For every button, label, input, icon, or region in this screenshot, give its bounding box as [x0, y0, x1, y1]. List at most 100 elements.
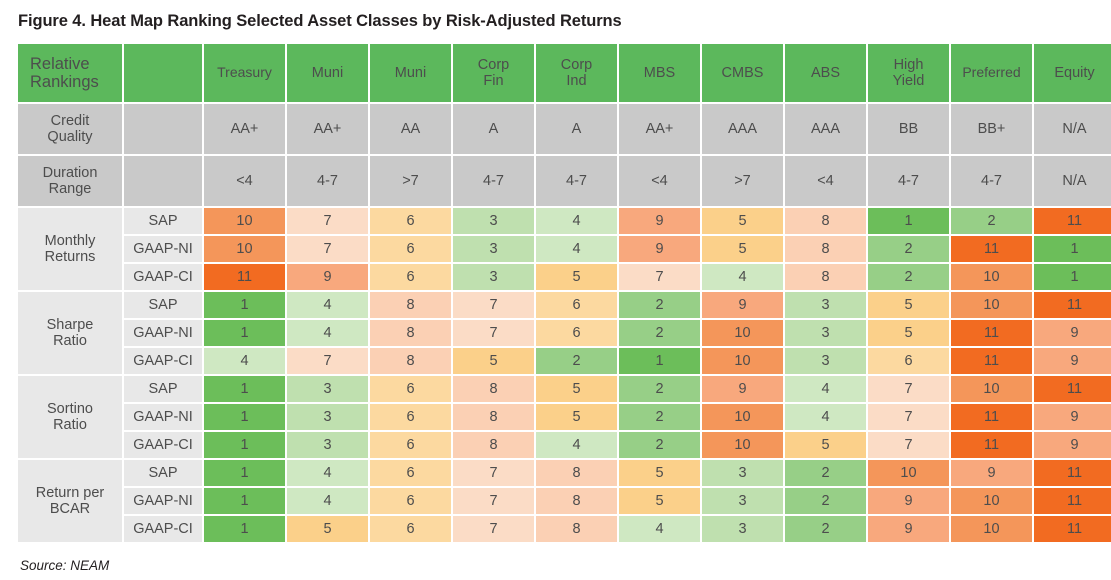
- header-asset-corp-ind-4: Corp Ind: [536, 44, 617, 102]
- group-label-line-2: Returns: [44, 249, 96, 265]
- metric-basis-label: SAP: [124, 376, 202, 402]
- heatmap-cell: 7: [453, 460, 534, 486]
- heatmap-cell: 2: [951, 208, 1032, 234]
- heatmap-cell: 2: [619, 320, 700, 346]
- heatmap-cell: 11: [1034, 460, 1111, 486]
- heatmap-cell: 4: [287, 292, 368, 318]
- corner-line-1: Relative: [30, 54, 90, 73]
- attribute-value-cell: AAA: [785, 104, 866, 154]
- heatmap-cell: 9: [868, 488, 949, 514]
- heatmap-cell: 6: [370, 236, 451, 262]
- header-asset-preferred-9: Preferred: [951, 44, 1032, 102]
- heatmap-cell: 5: [287, 516, 368, 542]
- heatmap-cell: 1: [868, 208, 949, 234]
- header-asset-treasury-0: Treasury: [204, 44, 285, 102]
- heatmap-cell: 1: [204, 488, 285, 514]
- heatmap-cell: 8: [370, 320, 451, 346]
- heatmap-cell: 9: [1034, 432, 1111, 458]
- heatmap-cell: 1: [619, 348, 700, 374]
- attribute-value-cell: AA+: [287, 104, 368, 154]
- corner-line-2: Rankings: [30, 73, 99, 91]
- heatmap-cell: 7: [453, 320, 534, 346]
- heatmap-table: Relative Rankings Treasury Muni Muni Corp Fin C…: [16, 42, 1111, 544]
- heatmap-cell: 4: [287, 488, 368, 514]
- header-asset-mbs-5: MBS: [619, 44, 700, 102]
- asset-line-1: High: [893, 56, 924, 73]
- attribute-value-cell: 4-7: [287, 156, 368, 206]
- heatmap-cell: 9: [1034, 348, 1111, 374]
- attr-label-line-1: Duration: [42, 164, 98, 181]
- heatmap-cell: 8: [453, 404, 534, 430]
- heatmap-cell: 3: [785, 292, 866, 318]
- metric-basis-label: GAAP-NI: [124, 320, 202, 346]
- header-asset-corp-fin-3: Corp Fin: [453, 44, 534, 102]
- asset-line-1: Corp: [477, 56, 510, 73]
- heatmap-cell: 11: [1034, 208, 1111, 234]
- heatmap-cell: 10: [951, 292, 1032, 318]
- table-body: Credit Quality AA+ AA+ AA A A AA+ AAA AAA BB BB+ N/A…: [18, 104, 1111, 542]
- source-note: Source: NEAM: [20, 558, 110, 573]
- heatmap-cell: 1: [204, 432, 285, 458]
- heatmap-cell: 1: [1034, 236, 1111, 262]
- metric-basis-label: GAAP-CI: [124, 432, 202, 458]
- heatmap-cell: 7: [868, 432, 949, 458]
- heatmap-cell: 10: [702, 404, 783, 430]
- metric-row: Return per BCAR SAP 1 4 6 7 8 5 3 2 10 9 11: [18, 460, 1111, 542]
- heatmap-cell: 11: [951, 348, 1032, 374]
- attribute-value-cell: 4-7: [453, 156, 534, 206]
- metric-basis-label: GAAP-CI: [124, 264, 202, 290]
- header-asset-equity-10: Equity: [1034, 44, 1111, 102]
- heatmap-cell: 6: [868, 348, 949, 374]
- heatmap-cell: 1: [204, 320, 285, 346]
- heatmap-cell: 6: [370, 376, 451, 402]
- heatmap-cell: 2: [868, 264, 949, 290]
- attribute-value-cell: 4-7: [868, 156, 949, 206]
- heatmap-cell: 3: [702, 516, 783, 542]
- heatmap-cell: 4: [785, 404, 866, 430]
- heatmap-cell: 7: [453, 292, 534, 318]
- heatmap-cell: 10: [204, 208, 285, 234]
- attribute-value-cell: AAA: [702, 104, 783, 154]
- heatmap-cell: 11: [1034, 292, 1111, 318]
- asset-line-1: Equity: [1054, 64, 1095, 81]
- heatmap-cell: 8: [785, 236, 866, 262]
- heatmap-cell: 7: [453, 516, 534, 542]
- attribute-value-cell: >7: [702, 156, 783, 206]
- attribute-value-cell: N/A: [1034, 104, 1111, 154]
- metric-basis-label: GAAP-NI: [124, 236, 202, 262]
- heatmap-cell: 5: [536, 404, 617, 430]
- asset-line-2: Yield: [892, 73, 925, 89]
- heatmap-cell: 6: [370, 208, 451, 234]
- heatmap-cell: 3: [785, 320, 866, 346]
- metric-group-label-return-per: Return per BCAR: [18, 460, 122, 542]
- heatmap-cell: 4: [287, 460, 368, 486]
- heatmap-cell: 4: [536, 432, 617, 458]
- metric-row: GAAP-CI 11 9 6 3 5 7 4 8 2 10 1: [18, 264, 1111, 290]
- heatmap-cell: 4: [702, 264, 783, 290]
- heatmap-cell: 11: [1034, 488, 1111, 514]
- heatmap-cell: 2: [536, 348, 617, 374]
- heatmap-cell: 8: [370, 348, 451, 374]
- asset-line-2: Fin: [483, 73, 504, 89]
- heatmap-cell: 4: [785, 376, 866, 402]
- header-asset-muni-1: Muni: [287, 44, 368, 102]
- asset-line-1: MBS: [643, 64, 676, 81]
- header-asset-abs-7: ABS: [785, 44, 866, 102]
- attribute-value-cell: BB+: [951, 104, 1032, 154]
- attribute-value-cell: 4-7: [536, 156, 617, 206]
- heatmap-cell: 11: [204, 264, 285, 290]
- heatmap-cell: 10: [702, 348, 783, 374]
- heatmap-cell: 6: [370, 488, 451, 514]
- metric-row: GAAP-NI 10 7 6 3 4 9 5 8 2 11 1: [18, 236, 1111, 262]
- heatmap-cell: 1: [1034, 264, 1111, 290]
- attribute-label-duration: Duration Range: [18, 156, 122, 206]
- attribute-row: Credit Quality AA+ AA+ AA A A AA+ AAA AAA BB BB+ N/A: [18, 104, 1111, 154]
- heatmap-cell: 9: [951, 460, 1032, 486]
- metric-basis-label: SAP: [124, 460, 202, 486]
- heatmap-cell: 2: [619, 376, 700, 402]
- heatmap-cell: 11: [951, 236, 1032, 262]
- heatmap-cell: 11: [1034, 516, 1111, 542]
- heatmap-cell: 7: [453, 488, 534, 514]
- heatmap-cell: 1: [204, 516, 285, 542]
- group-label-line-1: Sortino: [47, 400, 93, 417]
